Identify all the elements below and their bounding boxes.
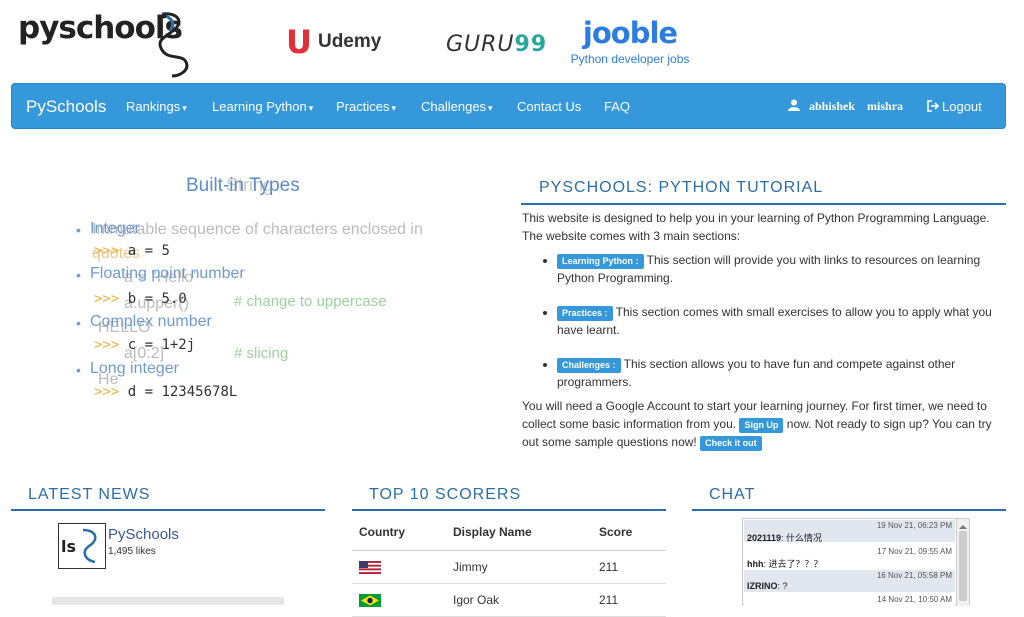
tutorial-title: PYSCHOOLS: PYTHON TUTORIAL bbox=[539, 179, 824, 196]
name-cell: Jimmy bbox=[446, 550, 592, 584]
fb-like-count: 1,495 likes bbox=[108, 546, 156, 557]
type-item: Long integer bbox=[90, 360, 179, 377]
chat-message: 16 Nov 21, 05:58 PM IZRINO: ? bbox=[744, 570, 955, 592]
fb-page-name[interactable]: PySchools bbox=[108, 526, 179, 543]
builtin-types-slideshow: String Built-in Types Immutable sequence… bbox=[70, 165, 470, 405]
tutorial-body: This website is designed to help you in … bbox=[522, 209, 1006, 451]
pyschools-page-logo[interactable]: ls bbox=[58, 523, 106, 569]
nav-brand[interactable]: PySchools bbox=[26, 97, 106, 117]
chat-title: CHAT bbox=[709, 486, 756, 503]
bullet: • bbox=[76, 222, 81, 238]
divider bbox=[352, 509, 666, 511]
logout-button[interactable]: Logout bbox=[927, 99, 982, 114]
column-header: Display Name bbox=[446, 514, 592, 551]
challenges-badge[interactable]: Challenges : bbox=[557, 358, 621, 373]
jooble-ad[interactable]: jooble Python developer jobs bbox=[570, 16, 690, 66]
country-cell bbox=[352, 583, 446, 617]
table-row[interactable]: Igor Oak 211 bbox=[352, 583, 666, 617]
logout-icon bbox=[927, 100, 940, 112]
chat-message: 14 Nov 21, 10:50 AM bbox=[744, 594, 955, 616]
scorers-table: Country Display Name Score Jimmy 211 Igo… bbox=[352, 514, 666, 617]
bullet: • bbox=[76, 362, 81, 378]
nav-contact-us[interactable]: Contact Us bbox=[517, 99, 581, 114]
nav-user[interactable]: abhishek mishra bbox=[788, 99, 903, 114]
snake-logo-icon: ls bbox=[61, 528, 97, 564]
top-scorers-title: TOP 10 SCORERS bbox=[369, 486, 522, 503]
chat-message: 17 Nov 21, 09:55 AM hhh: 进去了？？？ bbox=[744, 546, 955, 569]
country-cell bbox=[352, 550, 446, 584]
code-line: >>> a = 5 bbox=[94, 243, 170, 259]
chat-message: 19 Nov 21, 06:23 PM 2021119: 什么情况 bbox=[744, 520, 955, 543]
user-icon bbox=[788, 99, 800, 111]
nav-rankings[interactable]: Rankings ▾ bbox=[126, 99, 187, 114]
bullet: • bbox=[76, 315, 81, 331]
nav-challenges[interactable]: Challenges ▾ bbox=[421, 99, 493, 114]
nav-faq[interactable]: FAQ bbox=[604, 99, 630, 114]
practices-badge[interactable]: Practices : bbox=[557, 306, 613, 321]
score-cell: 211 bbox=[592, 550, 666, 584]
check-it-out-button[interactable]: Check it out bbox=[700, 436, 762, 451]
divider bbox=[11, 509, 325, 511]
tutorial-intro: This website is designed to help you in … bbox=[522, 211, 990, 243]
chat-scrollbar[interactable] bbox=[956, 519, 969, 606]
code-comment: # slicing bbox=[234, 345, 289, 362]
table-header-row: Country Display Name Score bbox=[352, 514, 666, 551]
nav-practices[interactable]: Practices ▾ bbox=[336, 99, 396, 114]
usa-flag-icon bbox=[359, 560, 381, 574]
nav-learning-python[interactable]: Learning Python ▾ bbox=[212, 99, 313, 114]
chat-box[interactable]: 19 Nov 21, 06:23 PM 2021119: 什么情况 17 Nov… bbox=[742, 518, 970, 616]
name-cell: Igor Oak bbox=[446, 583, 592, 617]
udemy-ad[interactable]: U Udemy bbox=[286, 23, 381, 61]
divider bbox=[692, 509, 1006, 511]
sign-up-button[interactable]: Sign Up bbox=[739, 418, 784, 433]
learning-python-badge[interactable]: Learning Python : bbox=[557, 254, 644, 269]
list-item: Practices : This section comes with smal… bbox=[557, 303, 1006, 339]
tutorial-outro: You will need a Google Account to start … bbox=[522, 399, 992, 451]
code-line: >>> b = 5.0 bbox=[94, 291, 187, 307]
divider bbox=[521, 203, 1006, 205]
builtin-types-heading: Built-in Types bbox=[186, 175, 300, 196]
ghost-text: Immutable sequence of characters enclose… bbox=[92, 221, 423, 238]
fb-widget-footer bbox=[52, 597, 284, 605]
caret-down-icon: ▾ bbox=[488, 103, 493, 113]
udemy-logo-icon: U bbox=[286, 23, 312, 61]
main-navbar: PySchools Rankings ▾ Learning Python ▾ Pra… bbox=[11, 83, 1006, 129]
caret-down-icon: ▾ bbox=[391, 103, 396, 113]
code-line: >>> d = 12345678L bbox=[94, 384, 238, 400]
type-item: Integer bbox=[90, 220, 140, 237]
scroll-thumb[interactable] bbox=[959, 531, 967, 601]
column-header: Country bbox=[352, 514, 446, 551]
latest-news-title: LATEST NEWS bbox=[28, 486, 151, 503]
caret-down-icon: ▾ bbox=[182, 103, 187, 113]
code-line: >>> c = 1+2j bbox=[94, 337, 196, 353]
top-banner: pyschools U Udemy GURU99 jooble Python d… bbox=[0, 0, 1024, 82]
score-cell: 211 bbox=[592, 583, 666, 617]
list-item: Learning Python : This section will prov… bbox=[557, 251, 1006, 287]
svg-text:ls: ls bbox=[61, 537, 76, 556]
section-list: Learning Python : This section will prov… bbox=[557, 251, 1006, 391]
code-comment: # change to uppercase bbox=[234, 293, 387, 310]
caret-down-icon: ▾ bbox=[308, 103, 314, 113]
type-item: Complex number bbox=[90, 313, 212, 330]
bullet: • bbox=[76, 267, 81, 283]
list-item: Challenges : This section allows you to … bbox=[557, 355, 1006, 391]
table-row[interactable]: Jimmy 211 bbox=[352, 550, 666, 584]
snake-logo-icon bbox=[158, 12, 189, 78]
type-item: Floating point number bbox=[90, 265, 245, 282]
column-header: Score bbox=[592, 514, 666, 551]
guru99-ad[interactable]: GURU99 bbox=[446, 32, 547, 57]
